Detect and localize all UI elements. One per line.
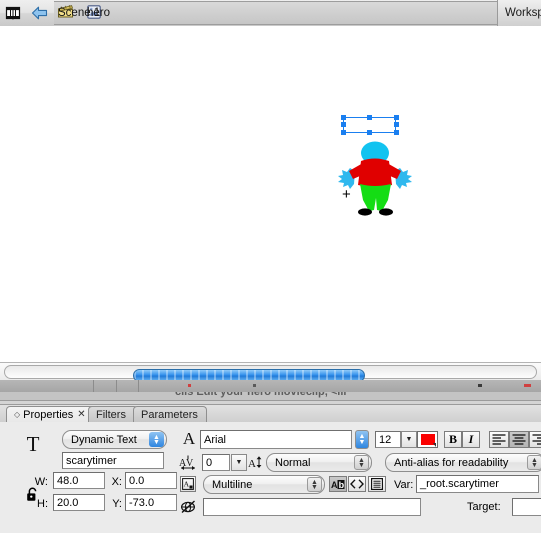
clipped-status-label: clis Edit your hero movieclip, <lli <box>175 392 347 398</box>
tracking-value: 0 <box>206 456 213 469</box>
width-value: 48.0 <box>57 474 79 487</box>
x-field[interactable]: 0.0 <box>125 472 177 489</box>
instance-name-value: scarytimer <box>66 454 117 467</box>
height-value: 20.0 <box>57 496 79 509</box>
font-size-value: 12 <box>379 433 392 446</box>
tab-properties-label: Properties <box>23 408 74 421</box>
line-type-dropdown[interactable]: Multiline ▲ ▼ <box>203 475 325 494</box>
properties-body: T Dynamic Text ▲ ▼ scarytimer W: 48.0 X:… <box>0 422 541 533</box>
font-A-icon: A <box>182 429 196 448</box>
line-type-value: Multiline <box>212 478 253 491</box>
instance-name-field[interactable]: scarytimer <box>62 452 164 469</box>
font-family-field[interactable]: Arial <box>200 430 352 449</box>
x-label: X: <box>111 476 122 488</box>
breadcrumb-label-symbol: hero <box>87 7 111 19</box>
text-tool-T-icon: T <box>26 431 40 456</box>
edit-bar: Scene 1 hero Worksp <box>0 0 541 27</box>
close-icon[interactable]: ✕ <box>77 409 85 420</box>
svg-text:A: A <box>184 480 190 489</box>
url-link-icon <box>179 498 199 516</box>
character-position-dropdown[interactable]: Normal ▲ ▼ <box>266 453 372 472</box>
width-label: W: <box>34 476 48 488</box>
tracking-dropdown-icon[interactable]: ▼ <box>231 454 247 471</box>
align-right-icon[interactable] <box>529 431 541 448</box>
breadcrumb: Scene 1 hero <box>54 1 497 25</box>
breadcrumb-item-symbol[interactable]: hero <box>83 2 111 24</box>
bold-label: B <box>448 432 457 446</box>
flash-authoring-window: Scene 1 hero Worksp + clis Edit your her… <box>0 0 541 533</box>
align-center-icon[interactable] <box>509 431 529 448</box>
stage-scroll-strip <box>0 362 541 382</box>
registration-point-crosshair: + <box>342 186 351 203</box>
var-value: _root.scarytimer <box>420 478 499 490</box>
text-type-value: Dynamic Text <box>71 433 137 446</box>
breadcrumb-item-scene[interactable]: Scene 1 <box>54 2 100 24</box>
tracking-field[interactable]: 0 <box>202 454 230 471</box>
font-family-value: Arial <box>204 433 227 446</box>
letter-spacing-AV-icon: A V <box>179 454 199 470</box>
chevron-updown-icon: ▲ ▼ <box>149 432 164 447</box>
x-value: 0.0 <box>129 474 145 487</box>
tab-parameters-label: Parameters <box>141 408 198 421</box>
target-label: Target: <box>467 501 501 513</box>
chevron-updown-icon: ▲ ▼ <box>307 477 322 492</box>
url-field[interactable] <box>203 498 421 516</box>
character-position-icon: A <box>248 454 266 470</box>
workspace-menu[interactable]: Worksp <box>497 0 541 26</box>
panel-grip-icon[interactable]: ◇ <box>14 410 20 419</box>
antialias-dropdown[interactable]: Anti-alias for readability ▲ ▼ <box>385 453 541 472</box>
svg-text:b: b <box>339 480 345 490</box>
width-field[interactable]: 48.0 <box>53 472 105 489</box>
timeline-icon[interactable] <box>0 1 26 25</box>
y-value: -73.0 <box>129 496 155 509</box>
y-field[interactable]: -73.0 <box>125 494 177 511</box>
hero-movieclip[interactable]: + <box>325 111 425 216</box>
chevron-updown-icon: ▲ ▼ <box>527 455 541 470</box>
stage-horizontal-scrollbar[interactable] <box>4 365 537 382</box>
bold-button[interactable]: B <box>444 431 462 448</box>
panel-tab-strip: ◇ Properties ✕ Filters Parameters <box>0 405 541 423</box>
font-family-stepper[interactable]: ▲ ▼ <box>355 430 369 449</box>
character-position-value: Normal <box>275 456 311 469</box>
swatch-arrow-icon <box>433 443 436 447</box>
back-arrow-icon[interactable] <box>26 1 52 25</box>
tab-parameters[interactable]: Parameters <box>133 406 207 422</box>
tab-properties[interactable]: ◇ Properties ✕ <box>6 406 96 422</box>
text-type-dropdown[interactable]: Dynamic Text ▲ ▼ <box>62 430 167 449</box>
tab-filters-label: Filters <box>96 408 126 421</box>
tab-filters[interactable]: Filters <box>88 406 138 422</box>
align-left-icon[interactable] <box>489 431 509 448</box>
workspace-label: Worksp <box>505 7 541 19</box>
svg-text:A: A <box>248 458 256 470</box>
show-border-icon[interactable] <box>368 476 386 492</box>
hero-character-artwork <box>338 141 412 216</box>
target-field[interactable] <box>512 498 541 516</box>
svg-text:A: A <box>331 480 338 490</box>
stage-canvas[interactable]: + <box>0 26 541 362</box>
var-field[interactable]: _root.scarytimer <box>416 475 539 493</box>
font-size-dropdown-icon[interactable]: ▼ <box>401 431 417 448</box>
selectable-text-icon[interactable]: A <box>180 476 196 492</box>
italic-button[interactable]: I <box>462 431 480 448</box>
render-as-html-icon[interactable] <box>348 476 366 492</box>
height-field[interactable]: 20.0 <box>53 494 105 511</box>
font-size-field[interactable]: 12 <box>375 431 401 448</box>
properties-panel: ◇ Properties ✕ Filters Parameters T Dyna… <box>0 404 541 533</box>
italic-label: I <box>468 432 474 446</box>
antialias-value: Anti-alias for readability <box>394 456 509 469</box>
var-label: Var: <box>394 479 414 491</box>
chevron-updown-icon: ▲ ▼ <box>354 455 369 470</box>
y-label: Y: <box>112 498 122 510</box>
selectable-toggle-icon[interactable]: A b <box>329 476 347 492</box>
text-color-swatch[interactable] <box>417 431 438 448</box>
height-label: H: <box>37 498 48 510</box>
